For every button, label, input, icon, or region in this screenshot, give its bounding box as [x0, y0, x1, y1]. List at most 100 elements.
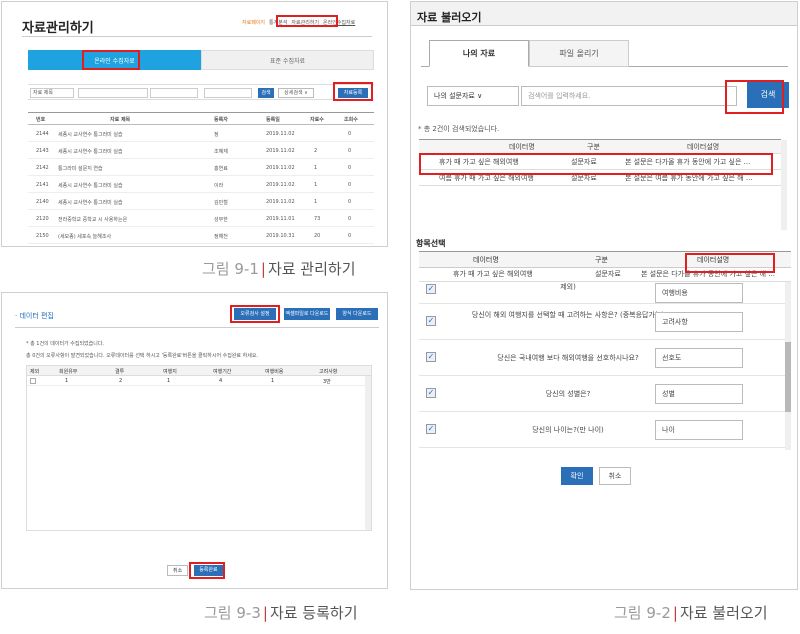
- data-type-select[interactable]: 나의 설문자료 ∨: [427, 86, 519, 106]
- highlight-box: [333, 82, 373, 101]
- question-text: 당신의 성별은?: [545, 390, 591, 398]
- scrollbar[interactable]: [785, 282, 791, 450]
- cell[interactable]: 4: [219, 378, 222, 384]
- item-checkbox[interactable]: ✓: [426, 284, 436, 294]
- table-row[interactable]: 2142 통그라미 설문지 연습 홍연료 2019.11.02 1 0: [28, 159, 374, 176]
- col-header[interactable]: 등록일: [266, 116, 280, 123]
- item-checkbox[interactable]: ✓: [426, 388, 436, 398]
- cell: 1: [314, 182, 318, 188]
- cell: 20: [314, 233, 321, 239]
- cell: 0: [348, 182, 352, 188]
- variable-name-input[interactable]: 나이: [655, 420, 743, 440]
- cell: 2141: [36, 182, 49, 188]
- cell: 1: [314, 165, 318, 171]
- excel-download-button[interactable]: 엑셀파일로 다운로드: [284, 308, 330, 320]
- cancel-button[interactable]: 취소: [167, 565, 189, 576]
- col-header: 구분: [587, 143, 600, 151]
- item-checkbox[interactable]: ✓: [426, 424, 436, 434]
- cell: 정해천: [214, 234, 228, 240]
- date-to[interactable]: [204, 88, 252, 98]
- search-button[interactable]: 검색: [258, 88, 274, 98]
- panel-data-manage: 자료관리하기 자료페이지 통계분석 자료관리하기 온라인수집자료 온라인 수집자…: [1, 1, 388, 247]
- col-header: 여행기간: [213, 369, 232, 375]
- scroll-thumb[interactable]: [785, 342, 791, 412]
- form-download-button[interactable]: 양식 다운로드: [336, 308, 378, 320]
- question-text: 당신이 해외 여행지를 선택할 때 고려하는 사항은? (중복응답가능): [471, 311, 665, 319]
- item-list: ✓ 제외) 여행비용 ✓ 당신이 해외 여행지를 선택할 때 고려하는 사항은? (중복…: [419, 282, 791, 450]
- item-checkbox[interactable]: ✓: [426, 316, 436, 326]
- col-header[interactable]: 조회수: [344, 116, 358, 123]
- filter-select[interactable]: 자료 제목: [30, 88, 74, 98]
- item-table: 데이터명 구분 데이터설명 휴가 때 가고 싶은 해외여행 설문자료 본 설문은…: [419, 251, 791, 465]
- top-link[interactable]: 자료페이지: [242, 19, 265, 26]
- section-title: 항목선택: [416, 239, 446, 248]
- cell: 2019.11.02: [266, 148, 295, 154]
- col-header: 데이터명: [473, 256, 499, 264]
- col-header[interactable]: 번호: [36, 116, 45, 123]
- cell: 2142: [36, 165, 49, 171]
- col-header[interactable]: 자료 제목: [110, 116, 130, 123]
- cell: 세종시 교사연수 통그라미 실습: [58, 200, 123, 206]
- variable-name-input[interactable]: 성별: [655, 384, 743, 404]
- ok-button[interactable]: 확인: [561, 467, 593, 485]
- cell: 홍연료: [214, 166, 228, 172]
- cell[interactable]: 1: [65, 378, 68, 384]
- table-row[interactable]: 2140 세종시 교사연수 통그라미 실습 김민철 2019.11.02 1 0: [28, 193, 374, 210]
- table-header: 데이터명 구분 데이터설명: [419, 140, 781, 154]
- table-row[interactable]: 2144 세종시 교사연수 통그라미 실습 정 2019.11.02 0: [28, 125, 374, 142]
- cell: 정: [214, 132, 219, 138]
- tab-my-data[interactable]: 나의 자료: [429, 40, 529, 67]
- table-row[interactable]: 2141 세종시 교사연수 통그라미 실습 이라 2019.11.02 1 0: [28, 176, 374, 193]
- cell: 73: [314, 216, 321, 222]
- search-input[interactable]: 검색어를 입력하세요.: [521, 86, 737, 106]
- filter-input[interactable]: [78, 88, 148, 98]
- table-header: 제외 회원유무 결투 여행지 여행기간 여행비용 고려사항: [27, 366, 371, 376]
- cell: (세모종) 세포속 늘해조사: [58, 234, 112, 240]
- detail-search-button[interactable]: 상세검색 ∨: [278, 88, 314, 98]
- scrollbar[interactable]: [365, 376, 371, 530]
- page-title: 자료관리하기: [22, 21, 94, 36]
- tab-standard[interactable]: 표준 수집자료: [201, 50, 374, 70]
- table-row[interactable]: 2120 전라중학교 중학교 시 사용하는은 성무한 2019.11.01 73 0: [28, 210, 374, 227]
- variable-name-input[interactable]: 고려사항: [655, 312, 743, 332]
- cell[interactable]: 3만: [323, 378, 331, 385]
- table-row: 1 2 1 4 1 3만: [27, 376, 371, 386]
- button-row: 확인 취소: [561, 467, 631, 485]
- cell: 2019.11.01: [266, 216, 295, 222]
- cell: 세종시 교사연수 통그라미 실습: [58, 132, 123, 138]
- cell: 이라: [214, 183, 224, 189]
- variable-name-input[interactable]: 선호도: [655, 348, 743, 368]
- dialog-title: 자료 불러오기: [417, 11, 482, 24]
- col-header: 회원유무: [59, 369, 78, 375]
- panel-data-edit: · 데이터 편집 오류검사 설정 엑셀파일로 다운로드 양식 다운로드 * 총 …: [1, 292, 388, 589]
- row-checkbox[interactable]: [30, 378, 36, 384]
- scrollbar[interactable]: [781, 140, 787, 230]
- cell: 0: [348, 165, 352, 171]
- cell: 휴가 때 가고 싶은 해외여행: [453, 270, 533, 278]
- section-title: · 데이터 편집: [15, 312, 54, 320]
- table-row[interactable]: 2143 세종시 교사연수 통그라미 실습 조혜재 2019.11.02 2 0: [28, 142, 374, 159]
- cell: 0: [348, 148, 352, 154]
- table-row[interactable]: 2150 (세모종) 세포속 늘해조사 정해천 2019.10.31 20 0: [28, 227, 374, 244]
- cancel-button[interactable]: 취소: [599, 467, 631, 485]
- caption-fig3: 그림 9-3 | 자료 등록하기: [204, 604, 358, 622]
- table-header: 번호 자료 제목 등록자 등록일 자료수 조회수: [28, 112, 374, 125]
- cell: 0: [348, 199, 352, 205]
- col-header[interactable]: 등록자: [214, 116, 228, 123]
- date-from[interactable]: [150, 88, 198, 98]
- col-header[interactable]: 자료수: [310, 116, 324, 123]
- cell: 2019.11.02: [266, 182, 295, 188]
- cell: 2019.11.02: [266, 199, 295, 205]
- item-checkbox[interactable]: ✓: [426, 352, 436, 362]
- cell: 2140: [36, 199, 49, 205]
- cell: 2143: [36, 148, 49, 154]
- caption-fig2: 그림 9-2 | 자료 불러오기: [614, 604, 768, 622]
- cell[interactable]: 2: [119, 378, 122, 384]
- tab-file-upload[interactable]: 파일 올리기: [529, 40, 629, 67]
- cell[interactable]: 1: [271, 378, 274, 384]
- cell: 통그라미 설문지 연습: [58, 166, 103, 172]
- col-header: 데이터명: [509, 143, 535, 151]
- cell[interactable]: 1: [167, 378, 170, 384]
- col-header: 데이터설명: [687, 143, 720, 151]
- variable-name-input[interactable]: 여행비용: [655, 283, 743, 303]
